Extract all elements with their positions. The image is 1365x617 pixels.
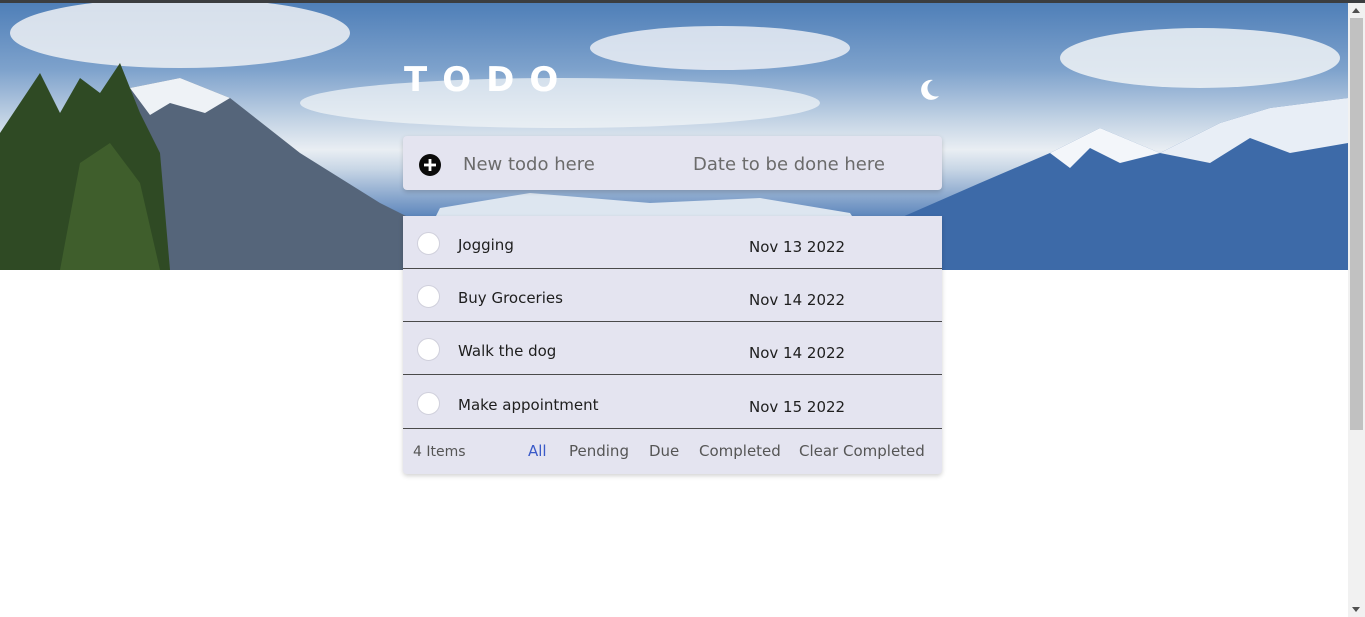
- todo-item: Make appointment Nov 15 2022: [403, 376, 942, 429]
- moon-icon[interactable]: [916, 76, 942, 102]
- filter-all[interactable]: All: [528, 442, 547, 460]
- new-todo-form: [403, 136, 942, 190]
- filter-pending[interactable]: Pending: [569, 442, 629, 460]
- todo-item: Walk the dog Nov 14 2022: [403, 322, 942, 375]
- todo-date: Nov 13 2022: [749, 238, 846, 256]
- clear-completed-button[interactable]: Clear Completed: [799, 442, 925, 460]
- scroll-down-arrow-icon[interactable]: [1352, 607, 1360, 612]
- scroll-up-arrow-icon[interactable]: [1352, 8, 1360, 13]
- todo-date: Nov 14 2022: [749, 291, 846, 309]
- browser-top-strip: [0, 0, 1365, 3]
- todo-checkbox[interactable]: [417, 338, 440, 361]
- due-date-input[interactable]: [693, 150, 933, 178]
- todo-date: Nov 15 2022: [749, 398, 846, 416]
- todo-list: Jogging Nov 13 2022 Buy Groceries Nov 14…: [403, 216, 942, 474]
- todo-checkbox[interactable]: [417, 392, 440, 415]
- filter-due[interactable]: Due: [649, 442, 679, 460]
- scroll-thumb[interactable]: [1350, 18, 1363, 430]
- items-count: 4 Items: [413, 444, 466, 460]
- todo-text[interactable]: Make appointment: [458, 396, 598, 414]
- todo-date: Nov 14 2022: [749, 344, 846, 362]
- todo-text[interactable]: Buy Groceries: [458, 289, 563, 307]
- app-title: TODO: [404, 60, 574, 100]
- todo-item: Buy Groceries Nov 14 2022: [403, 269, 942, 322]
- plus-circle-icon[interactable]: [418, 153, 442, 177]
- todo-text[interactable]: Walk the dog: [458, 342, 556, 360]
- todo-item: Jogging Nov 13 2022: [403, 216, 942, 269]
- page-scrollbar[interactable]: [1348, 3, 1365, 617]
- todo-checkbox[interactable]: [417, 285, 440, 308]
- new-todo-input[interactable]: [463, 150, 678, 178]
- filter-completed[interactable]: Completed: [699, 442, 781, 460]
- todo-footer: 4 Items All Pending Due Completed Clear …: [403, 430, 942, 474]
- todo-checkbox[interactable]: [417, 232, 440, 255]
- todo-text[interactable]: Jogging: [458, 236, 514, 254]
